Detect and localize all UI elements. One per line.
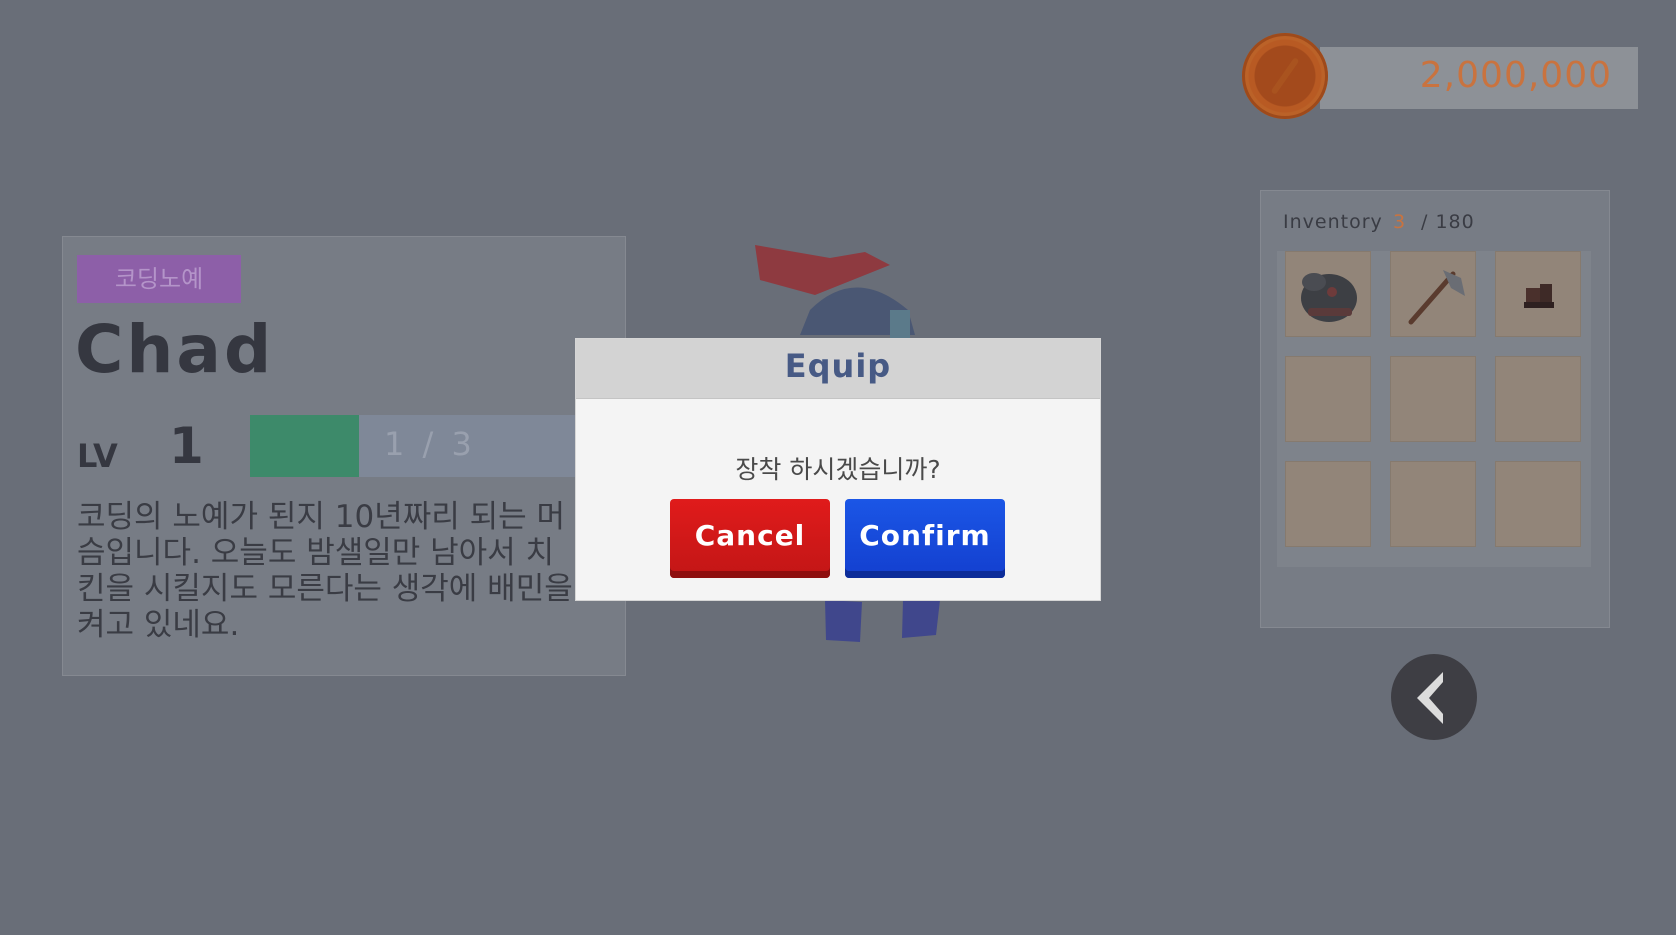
boots-icon [1524, 284, 1554, 308]
inventory-panel: Inventory 3 / 180 [1260, 190, 1610, 628]
inventory-title: Inventory [1283, 211, 1383, 233]
armor-icon [1301, 273, 1357, 322]
inventory-slot[interactable] [1390, 251, 1476, 337]
coin-icon [1242, 33, 1328, 119]
character-name: Chad [75, 311, 275, 388]
inventory-max: / 180 [1421, 211, 1475, 233]
chevron-left-icon [1417, 672, 1443, 724]
inventory-slot[interactable] [1390, 461, 1476, 547]
coin-bar: 2,000,000 [1320, 47, 1638, 109]
back-button[interactable] [1391, 654, 1477, 740]
axe-icon [1408, 270, 1465, 325]
inventory-slot[interactable] [1285, 356, 1371, 442]
inventory-grid [1277, 251, 1591, 567]
inventory-slot[interactable] [1285, 461, 1371, 547]
inventory-slot[interactable] [1390, 356, 1476, 442]
xp-fill [250, 415, 359, 477]
coin-amount: 2,000,000 [1419, 55, 1612, 96]
confirm-button[interactable]: Confirm [845, 499, 1005, 578]
inventory-slot[interactable] [1495, 461, 1581, 547]
xp-text: 1 / 3 [384, 425, 476, 463]
character-panel: 코딩노예 Chad LV 1 1 / 3 코딩의 노예가 된지 10년짜리 되는… [62, 236, 626, 676]
xp-bar: 1 / 3 [250, 415, 580, 477]
inventory-slot[interactable] [1285, 251, 1371, 337]
inventory-count: 3 [1393, 211, 1406, 233]
cancel-button[interactable]: Cancel [670, 499, 830, 578]
inventory-slot[interactable] [1495, 356, 1581, 442]
dialog-message: 장착 하시겠습니까? [735, 455, 941, 484]
level-label: LV [77, 437, 118, 475]
dialog-header: Equip [576, 339, 1100, 399]
equip-dialog: Equip 장착 하시겠습니까? Cancel Confirm [576, 339, 1100, 600]
dialog-title: Equip [784, 347, 892, 385]
character-description: 코딩의 노예가 된지 10년짜리 되는 머슴입니다. 오늘도 밤샐일만 남아서 … [77, 499, 573, 643]
level-value: 1 [169, 417, 204, 475]
character-title-badge: 코딩노예 [77, 255, 241, 303]
inventory-slot[interactable] [1495, 251, 1581, 337]
